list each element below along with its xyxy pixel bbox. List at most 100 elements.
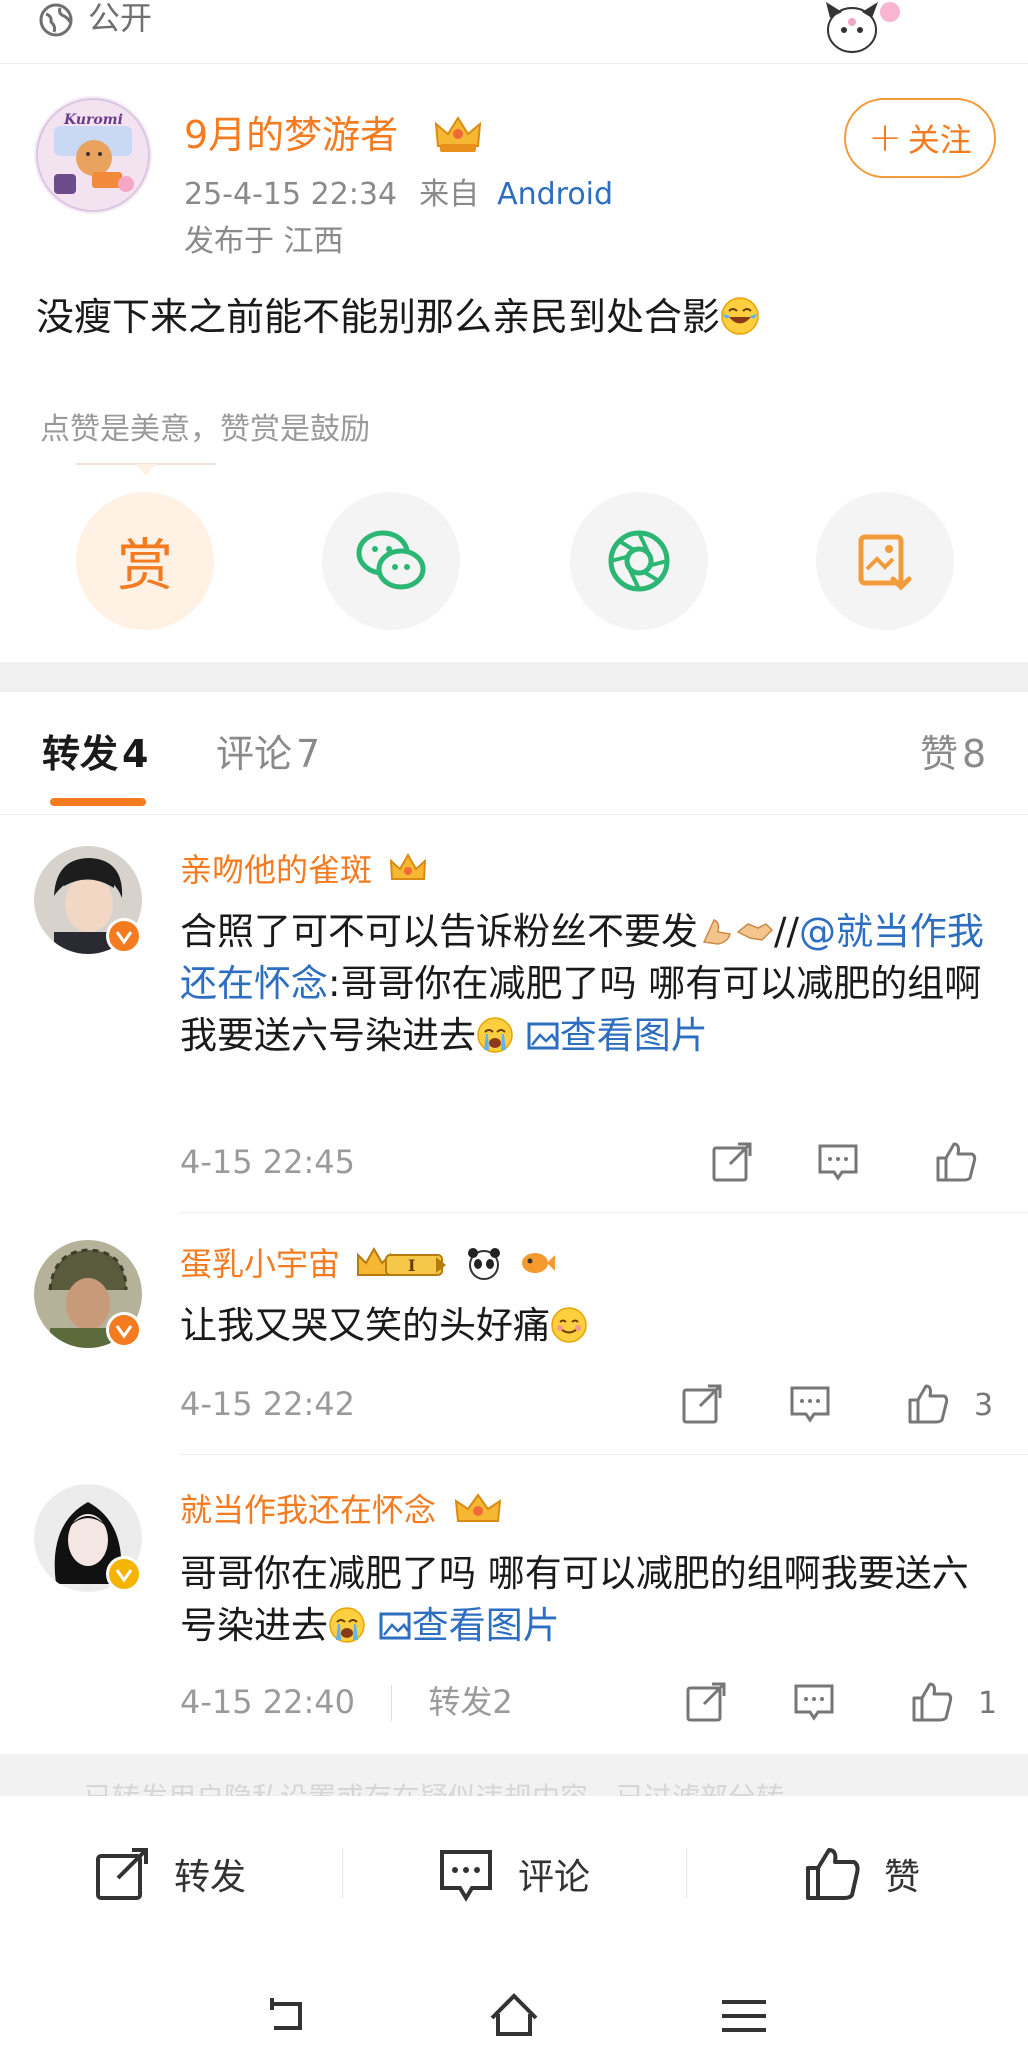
tab-reposts[interactable]: 转发 4 xyxy=(42,730,148,778)
bottom-like-button[interactable]: 赞 xyxy=(802,1844,920,1904)
bar-divider xyxy=(686,1848,687,1898)
menu-icon[interactable] xyxy=(716,1988,772,2044)
comment-divider xyxy=(180,1454,1028,1455)
bottom-comment-button[interactable]: 评论 xyxy=(436,1844,590,1904)
view-image-link[interactable]: 查看图片 xyxy=(526,1014,708,1057)
active-tab-indicator xyxy=(50,798,146,806)
plus-icon: + xyxy=(868,115,902,161)
share-moments-button[interactable] xyxy=(570,492,708,630)
smile-emoji-icon xyxy=(551,1307,587,1343)
pray-hands-emoji-icon xyxy=(702,919,731,945)
comment-divider xyxy=(180,1212,1028,1213)
bar-divider xyxy=(342,1848,343,1898)
tab-comments[interactable]: 评论 7 xyxy=(216,730,320,778)
view-image-label: 查看图片 xyxy=(559,1014,708,1057)
filtered-notice-band: 已转发用户隐私设置或存在疑似违规内容，已过滤部分转 xyxy=(0,1754,1028,1796)
post-text: 没瘦下来之前能不能别那么亲民到处合影 xyxy=(36,290,760,344)
top-strip: 公开 xyxy=(0,0,1028,64)
vip-crown-icon xyxy=(434,116,482,152)
comment-icon xyxy=(440,1850,492,1902)
bottom-action-bar: 转发 评论 赞 xyxy=(0,1796,1028,1948)
follow-label: 关注 xyxy=(907,121,972,159)
post-timestamp: 25-4-15 22:34 xyxy=(184,177,398,212)
author-avatar[interactable]: Kuromi xyxy=(34,96,152,214)
repost-time: 4-15 22:42 xyxy=(180,1385,356,1423)
globe-icon xyxy=(39,3,73,37)
vip-crown-icon xyxy=(390,852,427,880)
reward-tip: 点赞是美意，赞赏是鼓励 xyxy=(40,412,370,447)
like-thumb-icon[interactable] xyxy=(910,1680,954,1724)
repost-text-part: 合照了可不可以告诉粉丝不要发 xyxy=(180,910,698,953)
like-count: 3 xyxy=(974,1388,994,1423)
repost-share-icon[interactable] xyxy=(684,1680,728,1724)
repost-share-icon[interactable] xyxy=(710,1140,754,1184)
comment-icon[interactable] xyxy=(792,1680,836,1724)
reward-label: 赏 xyxy=(117,533,173,599)
repost-text: 合照了可不可以告诉粉丝不要发//@就当作我还在怀念:哥哥你在减肥了吗 哪有可以减… xyxy=(180,906,1000,1062)
from-label: 来自 xyxy=(419,177,480,212)
system-nav-bar xyxy=(0,1948,1028,2072)
laugh-cry-emoji-icon xyxy=(721,297,759,335)
repost-text: 哥哥你在减肥了吗 哪有可以减肥的组啊我要送六号染进去 查看图片 xyxy=(180,1548,1000,1652)
post-meta: 25-4-15 22:34 来自 Android xyxy=(184,175,613,215)
comment-icon[interactable] xyxy=(816,1140,860,1184)
meta-divider xyxy=(391,1685,393,1721)
like-thumb-icon[interactable] xyxy=(906,1382,950,1426)
bottom-like-label: 赞 xyxy=(884,1857,921,1898)
repost-time-text: 4-15 22:40 xyxy=(180,1683,356,1721)
kuromi-mascot xyxy=(826,2,900,53)
post-text-content: 没瘦下来之前能不能别那么亲民到处合影 xyxy=(36,295,721,339)
reward-button[interactable]: 赏 xyxy=(76,492,214,630)
repost-share-icon[interactable] xyxy=(680,1382,724,1426)
tabs-divider xyxy=(0,814,1028,815)
tab-likes-label: 赞 xyxy=(920,732,959,776)
wechat-icon xyxy=(356,530,426,590)
author-name[interactable]: 9月的梦游者 xyxy=(184,112,398,158)
repost-icon xyxy=(96,1848,148,1900)
repost-author-name-text: 蛋乳小宇宙 xyxy=(180,1245,341,1283)
filtered-notice-text: 已转发用户隐私设置或存在疑似违规内容，已过滤部分转 xyxy=(84,1776,784,1796)
vip-level-badge-icon: I xyxy=(357,1246,447,1276)
bottom-repost-button[interactable]: 转发 xyxy=(92,1844,246,1904)
panda-icon xyxy=(468,1248,501,1280)
post-location: 发布于 江西 xyxy=(184,224,344,259)
verified-badge-icon xyxy=(106,1312,142,1348)
bottom-comment-label: 评论 xyxy=(518,1857,591,1898)
tab-likes-count: 8 xyxy=(962,732,987,776)
repost-text: 让我又哭又笑的头好痛 xyxy=(180,1300,1000,1352)
repost-text-part: 哥哥你在减肥了吗 哪有可以减肥的组啊我要送六号染进去 xyxy=(180,1552,969,1647)
repost-author-name-text: 就当作我还在怀念 xyxy=(180,1491,437,1529)
repost-author-name-text: 亲吻他的雀斑 xyxy=(180,851,373,889)
share-wechat-button[interactable] xyxy=(322,492,460,630)
repost-author-name[interactable]: 就当作我还在怀念 xyxy=(180,1490,504,1530)
save-image-button[interactable] xyxy=(816,492,954,630)
crying-emoji-icon xyxy=(477,1017,513,1053)
like-thumb-icon[interactable] xyxy=(934,1140,978,1184)
repost-time: 4-15 22:40 转发2 xyxy=(180,1682,513,1722)
tab-comments-count: 7 xyxy=(296,732,321,776)
post-source[interactable]: Android xyxy=(497,177,613,212)
view-image-link[interactable]: 查看图片 xyxy=(378,1604,560,1647)
tip-pointer xyxy=(76,463,216,476)
image-icon xyxy=(527,1022,559,1050)
moments-shutter-icon xyxy=(608,530,670,592)
repost-author-name[interactable]: 蛋乳小宇宙 I xyxy=(180,1244,557,1284)
tab-reposts-label: 转发 xyxy=(42,732,119,776)
vip-crown-icon xyxy=(454,1493,502,1522)
svg-text:Kuromi: Kuromi xyxy=(63,112,123,128)
follow-button[interactable]: + 关注 xyxy=(844,98,996,178)
verified-badge-icon xyxy=(106,1556,142,1592)
repost-author-name[interactable]: 亲吻他的雀斑 xyxy=(180,850,428,890)
repost-time: 4-15 22:45 xyxy=(180,1143,356,1181)
tab-likes[interactable]: 赞8 xyxy=(920,730,986,778)
back-icon[interactable] xyxy=(258,1988,314,2044)
section-separator xyxy=(0,662,1028,692)
view-image-label: 查看图片 xyxy=(411,1604,560,1647)
svg-text:I: I xyxy=(408,1256,415,1275)
comment-icon[interactable] xyxy=(788,1382,832,1426)
save-image-icon xyxy=(858,534,912,591)
repost-count-label[interactable]: 转发2 xyxy=(428,1683,512,1721)
like-thumb-icon xyxy=(806,1848,860,1900)
handshake-emoji-icon xyxy=(736,923,774,941)
home-icon[interactable] xyxy=(486,1988,542,2044)
